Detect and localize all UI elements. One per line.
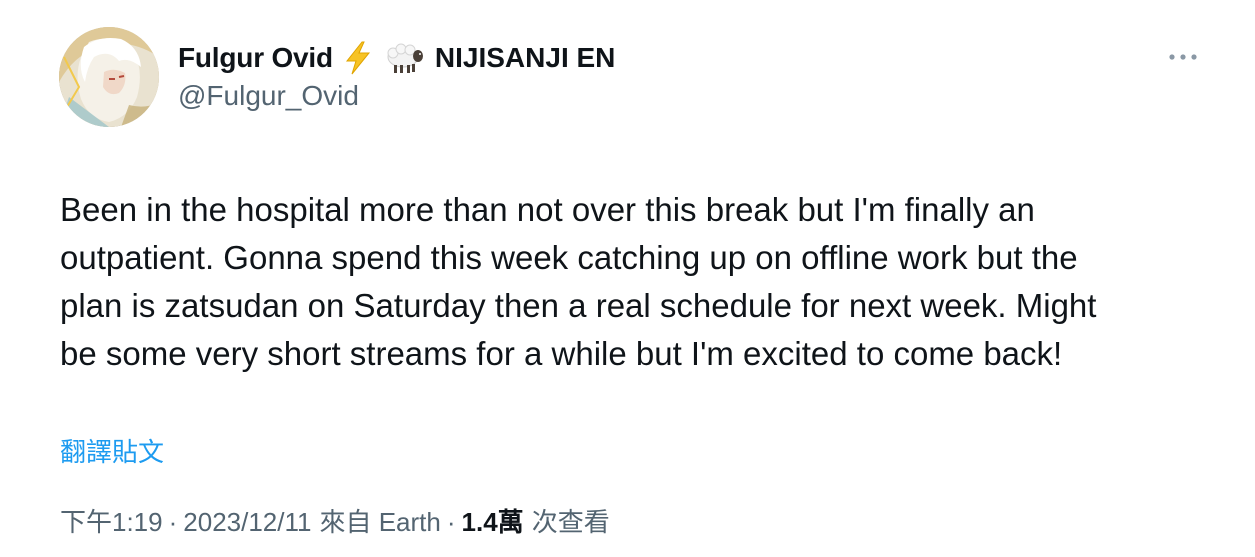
- sheep-icon: [383, 41, 425, 75]
- lightning-bolt-icon: [343, 41, 373, 75]
- meta-separator: ·: [168, 507, 178, 537]
- tweet-metadata: 下午1:19 · 2023/12/11 來自 Earth · 1.4萬 次查看: [60, 502, 610, 539]
- tweet-body-text: Been in the hospital more than not over …: [60, 191, 1097, 372]
- translate-post-link[interactable]: 翻譯貼文: [60, 432, 164, 469]
- tweet-time[interactable]: 下午1:19: [60, 502, 163, 539]
- meta-separator: ·: [446, 507, 456, 537]
- avatar[interactable]: [59, 27, 159, 127]
- views-label: 次查看: [531, 507, 610, 537]
- author-display-name[interactable]: Fulgur Ovid: [178, 42, 333, 74]
- avatar-image: [59, 27, 159, 127]
- tweet-card: Fulgur Ovid NIJISANJI EN @Fulgur_Ovid Be…: [0, 0, 1255, 557]
- author-org-name[interactable]: NIJISANJI EN: [435, 42, 616, 74]
- more-dots-icon: [1169, 54, 1197, 60]
- author-handle[interactable]: @Fulgur_Ovid: [178, 80, 359, 112]
- more-options-button[interactable]: [1166, 45, 1200, 69]
- author-name-row: Fulgur Ovid NIJISANJI EN: [178, 38, 615, 78]
- tweet-date[interactable]: 2023/12/11: [183, 507, 311, 538]
- views-count[interactable]: 1.4萬: [462, 502, 524, 539]
- tweet-source: 來自 Earth: [319, 507, 441, 537]
